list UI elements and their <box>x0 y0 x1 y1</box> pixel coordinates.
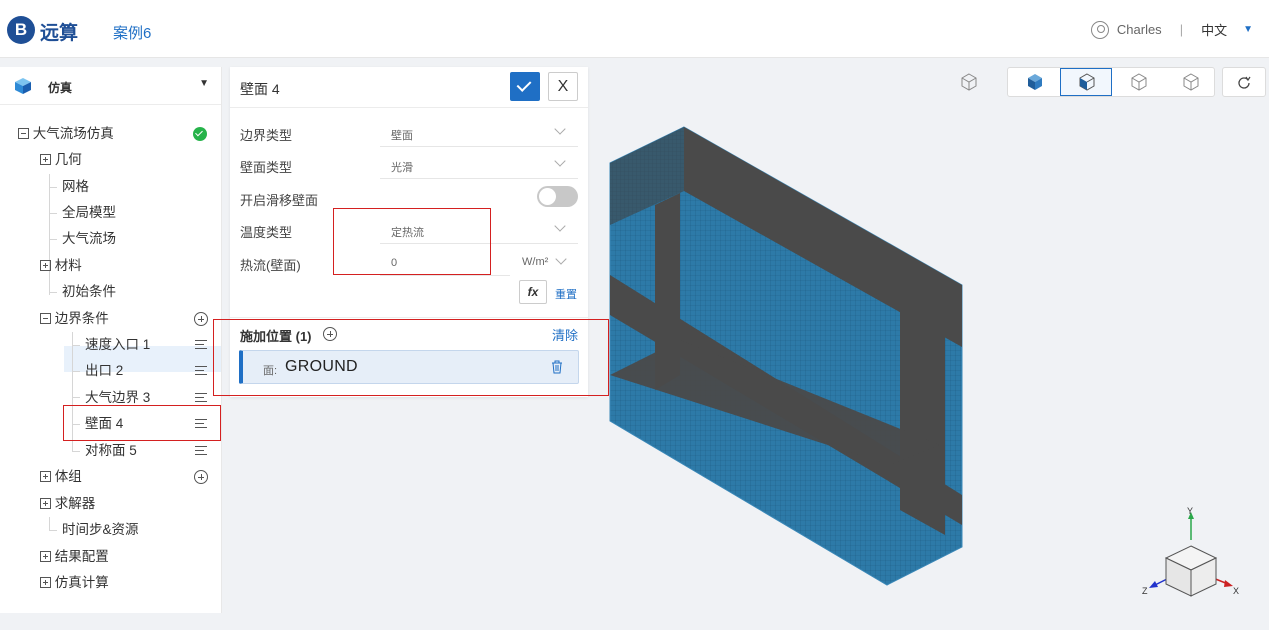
tree-node-material[interactable]: 材料 <box>40 254 82 278</box>
cube-front-icon <box>1079 73 1095 91</box>
confirm-button[interactable] <box>510 72 540 101</box>
heat-flux-unit[interactable]: W/m² <box>522 256 548 268</box>
user-area: Charles | 中文 ▼ <box>1090 20 1253 39</box>
field-label-wall-type: 壁面类型 <box>240 160 293 175</box>
gray-band <box>900 310 945 535</box>
expand-icon[interactable] <box>40 576 51 588</box>
menu-icon[interactable] <box>195 393 207 403</box>
tree-node-body-group[interactable]: 体组 <box>40 465 82 489</box>
sidebar-title: 仿真 <box>48 81 73 95</box>
menu-icon[interactable] <box>195 446 207 456</box>
tree-node-atmos-field[interactable]: 大气流场 <box>62 227 116 251</box>
expand-icon[interactable] <box>40 497 51 509</box>
axis-x-label: X <box>1233 586 1240 596</box>
menu-icon[interactable] <box>195 340 207 350</box>
tree-node-symmetry[interactable]: 对称面 5 <box>85 439 137 463</box>
reset-view-button[interactable] <box>1222 67 1266 97</box>
expand-icon[interactable] <box>40 259 51 271</box>
wall-type-select[interactable]: 光滑 <box>391 159 413 175</box>
menu-icon[interactable] <box>195 366 207 376</box>
tree-node-outlet[interactable]: 出口 2 <box>85 359 123 383</box>
tree-node-solver[interactable]: 求解器 <box>40 492 95 516</box>
tree-node-boundary[interactable]: 边界条件 <box>40 307 109 331</box>
tree-node-global-model[interactable]: 全局模型 <box>62 201 116 225</box>
field-label-boundary-type: 边界类型 <box>240 128 293 143</box>
brand-name: 远算 <box>40 23 79 44</box>
expand-icon[interactable] <box>40 550 51 562</box>
language-select[interactable]: 中文 <box>1201 20 1227 39</box>
axis-z-label: Z <box>1142 586 1148 596</box>
tree-node-mesh[interactable]: 网格 <box>62 175 89 199</box>
cube-top-icon <box>1183 73 1199 91</box>
view-top-button[interactable] <box>1164 68 1216 96</box>
top-header: B 远算 案例6 Charles | 中文 ▼ <box>0 0 1269 58</box>
logo-icon: B <box>7 16 35 44</box>
tree-node-timestep[interactable]: 时间步&资源 <box>62 518 139 542</box>
slip-wall-toggle[interactable] <box>537 186 578 207</box>
case-name[interactable]: 案例6 <box>113 22 151 43</box>
collapse-icon[interactable] <box>40 312 51 324</box>
3d-model-view[interactable] <box>600 115 980 595</box>
tree-node-velocity-inlet[interactable]: 速度入口 1 <box>85 333 150 357</box>
chevron-down-icon[interactable]: ▼ <box>1243 24 1253 35</box>
collapse-icon[interactable] <box>18 127 29 139</box>
boundary-type-select[interactable]: 壁面 <box>391 127 413 143</box>
view-side-button[interactable] <box>1112 68 1164 96</box>
success-check-icon <box>193 127 207 141</box>
view-iso-button[interactable] <box>1008 68 1060 96</box>
field-label-temp-type: 温度类型 <box>240 225 293 240</box>
chevron-down-icon[interactable] <box>554 155 566 167</box>
highlight-box-tree <box>63 405 221 441</box>
cube-side-icon <box>1131 73 1147 91</box>
highlight-box-fields <box>333 208 491 275</box>
expand-icon[interactable] <box>40 470 51 482</box>
view-toolbar <box>1007 67 1215 97</box>
view-front-button[interactable] <box>1060 68 1112 96</box>
chevron-down-icon[interactable] <box>554 220 566 232</box>
chevron-down-icon[interactable]: ▼ <box>199 78 209 89</box>
cube-solid-icon <box>1028 74 1042 90</box>
close-button[interactable]: X <box>548 72 578 101</box>
refresh-icon <box>1238 76 1251 89</box>
sidebar-header[interactable]: 仿真 ▼ <box>0 67 221 105</box>
user-avatar-icon[interactable] <box>1090 20 1109 39</box>
cube-icon <box>15 78 31 94</box>
add-body-group-icon[interactable] <box>194 470 208 484</box>
field-label-slip-wall: 开启滑移壁面 <box>240 193 319 208</box>
fx-button[interactable]: fx <box>519 280 547 304</box>
tree-node-result-config[interactable]: 结果配置 <box>40 545 109 569</box>
field-label-heat-flux: 热流(壁面) <box>240 258 301 273</box>
tree-node-sim[interactable]: 大气流场仿真 <box>18 122 114 146</box>
axis-y-label: Y <box>1187 506 1194 516</box>
panel-title: 壁面 4 <box>240 81 280 97</box>
tree-node-initial[interactable]: 初始条件 <box>62 280 116 304</box>
chevron-down-icon[interactable] <box>555 253 567 265</box>
tree-node-compute[interactable]: 仿真计算 <box>40 571 109 595</box>
user-name[interactable]: Charles <box>1117 22 1162 37</box>
tree-node-geometry[interactable]: 几何 <box>40 148 82 172</box>
add-boundary-icon[interactable] <box>194 312 208 326</box>
header-separator: | <box>1179 22 1184 37</box>
chevron-down-icon[interactable] <box>554 123 566 135</box>
perspective-cube-icon[interactable] <box>960 73 978 91</box>
axis-gizmo[interactable] <box>1138 508 1246 603</box>
expand-icon[interactable] <box>40 153 51 165</box>
reset-link[interactable]: 重置 <box>555 286 577 302</box>
highlight-box-location <box>213 319 609 396</box>
